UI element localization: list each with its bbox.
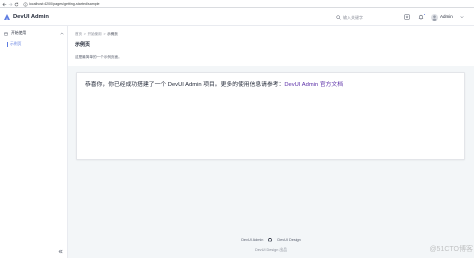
chevron-down-icon[interactable]: [460, 15, 464, 19]
window-icon: [4, 31, 8, 36]
app-title[interactable]: DevUI Admin: [13, 8, 49, 26]
double-chevron-left-icon[interactable]: [58, 249, 63, 254]
footer-credit-text: DevUI Design 出品: [254, 247, 288, 252]
sidebar-item-sample-page[interactable]: 示例页: [0, 40, 67, 49]
breadcrumb: 首页 > 开始使用 > 示例页: [75, 31, 118, 37]
back-arrow-icon[interactable]: [2, 2, 7, 7]
github-icon[interactable]: [268, 238, 273, 242]
site-info-icon[interactable]: [22, 1, 28, 7]
welcome-card: 恭喜你，你已经成功搭建了一个 DevUI Admin 项目。更多的使用信息请参考…: [76, 72, 465, 160]
notification-badge: [422, 12, 426, 16]
footer-link-devui-admin[interactable]: DevUI Admin: [241, 238, 263, 242]
search-input[interactable]: [343, 13, 395, 21]
user-avatar-icon[interactable]: [431, 13, 438, 21]
breadcrumb-item-getting-started[interactable]: 开始使用: [88, 31, 102, 37]
welcome-text: 恭喜你，你已经成功搭建了一个 DevUI Admin 项目。更多的使用信息请参考…: [85, 82, 285, 88]
selected-indicator: [7, 42, 8, 47]
browser-toolbar: localhost:4200/pages/getting-started/sam…: [0, 0, 474, 8]
page-description: 这是最简单的一个示例页面。: [75, 55, 122, 59]
page-title: 示例页: [75, 42, 91, 48]
sidebar-item-label: 示例页: [10, 42, 22, 46]
main-content: 首页 > 开始使用 > 示例页 示例页 这是最简单的一个示例页面。 恭喜你，你已…: [68, 26, 474, 258]
app-header: DevUI Admin Admin: [0, 8, 474, 26]
breadcrumb-item-current: 示例页: [107, 32, 118, 36]
watermark: @51CTO博客: [429, 246, 473, 253]
user-name[interactable]: Admin: [440, 8, 453, 26]
breadcrumb-separator: >: [103, 32, 106, 36]
welcome-message: 恭喜你，你已经成功搭建了一个 DevUI Admin 项目。更多的使用信息请参考…: [85, 81, 343, 90]
footer-links: DevUI Admin DevUI Design: [68, 236, 474, 244]
docs-link[interactable]: DevUI Admin 官方文档: [284, 82, 343, 88]
devui-logo-icon[interactable]: [3, 13, 11, 21]
breadcrumb-separator: >: [83, 32, 86, 36]
address-bar-url[interactable]: localhost:4200/pages/getting-started/sam…: [29, 0, 100, 8]
search-icon[interactable]: [336, 14, 341, 20]
sidebar-item-label: 开始使用: [11, 31, 27, 35]
footer-link-devui-design[interactable]: DevUI Design: [277, 238, 300, 242]
breadcrumb-item-home[interactable]: 首页: [75, 31, 82, 37]
page-header: 首页 > 开始使用 > 示例页 示例页 这是最简单的一个示例页面。: [68, 26, 474, 66]
language-icon[interactable]: [404, 14, 410, 20]
footer-credit: DevUI Design 出品: [68, 246, 474, 254]
sidebar-item-getting-started[interactable]: 开始使用: [0, 29, 67, 38]
chevron-up-icon[interactable]: [60, 32, 64, 35]
sidebar: 开始使用 示例页: [0, 26, 68, 258]
forward-arrow-icon[interactable]: [8, 2, 13, 7]
reload-icon[interactable]: [14, 2, 19, 7]
